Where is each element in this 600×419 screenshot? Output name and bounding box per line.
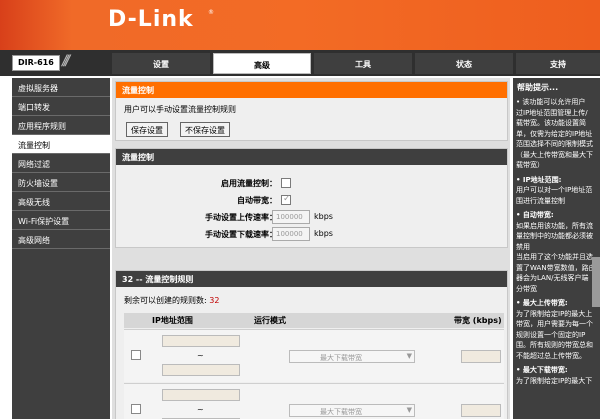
- sidebar-item-application-rules[interactable]: 应用程序规则: [12, 116, 110, 135]
- remaining-rules: 剩余可以创建的规则数: 32: [124, 295, 219, 306]
- sidebar-item-port-forwarding[interactable]: 端口转发: [12, 97, 110, 116]
- tab-status[interactable]: 状态: [415, 53, 513, 74]
- tab-tools[interactable]: 工具: [314, 53, 412, 74]
- sidebar-item-virtual-server[interactable]: 虚拟服务器: [12, 78, 110, 97]
- sidebar-item-qos[interactable]: 流量控制: [12, 135, 110, 154]
- sidebar-item-firewall[interactable]: 防火墙设置: [12, 173, 110, 192]
- download-rate-label: 手动设置下载速率：: [205, 230, 277, 239]
- slash-decoration: ///: [62, 53, 70, 69]
- tab-support[interactable]: 支持: [516, 53, 600, 74]
- qos-rules-section: 32 -- 流量控制规则 剩余可以创建的规则数: 32 IP地址范围 运行模式 …: [115, 270, 508, 419]
- col-ip-range: IP地址范围: [152, 316, 193, 325]
- intro-description: 用户可以手动设置流量控制规则: [124, 105, 236, 114]
- model-label: DIR-616: [12, 55, 60, 71]
- header-banner: D-Link ®: [0, 0, 600, 50]
- help-intro-text: 过IP地址范围管理上传/载带宽。该功能设置简 单，仅需为给定的IP地址 范围选择不…: [516, 108, 593, 170]
- help-download-title: • 最大下载带宽:: [516, 366, 568, 374]
- upload-rate-input[interactable]: 100000: [272, 210, 310, 224]
- table-row: ~ 最大下载带宽 ▼: [124, 329, 504, 382]
- help-title: 帮助提示...: [517, 83, 559, 92]
- table-row: ~ 最大下载带宽 ▼: [124, 383, 504, 419]
- registered-mark: ®: [208, 9, 214, 16]
- col-mode: 运行模式: [254, 316, 286, 325]
- qos-rules-title: 32 -- 流量控制规则: [116, 271, 507, 287]
- upload-rate-unit: kbps: [314, 212, 333, 221]
- intro-title: 流量控制: [116, 82, 507, 98]
- bandwidth-input[interactable]: [461, 404, 501, 417]
- sidebar: 虚拟服务器 端口转发 应用程序规则 流量控制 网络过滤 防火墙设置 高级无线 W…: [12, 78, 110, 419]
- qos-title: 流量控制: [116, 149, 507, 165]
- chevron-down-icon: ▼: [406, 406, 412, 414]
- mode-select-value: 最大下载带宽: [320, 354, 362, 362]
- mode-select[interactable]: 最大下载带宽 ▼: [289, 404, 415, 417]
- mode-select-value: 最大下载带宽: [320, 408, 362, 416]
- help-ip-title: • IP地址范围:: [516, 175, 562, 184]
- auto-bandwidth-checkbox[interactable]: [281, 194, 291, 205]
- auto-bandwidth-label: 自动带宽：: [237, 196, 277, 205]
- intro-section: 流量控制 用户可以手动设置流量控制规则 保存设置 不保存设置: [115, 81, 508, 141]
- col-bandwidth: 带宽 (kbps): [454, 316, 502, 325]
- dont-save-settings-button[interactable]: 不保存设置: [180, 122, 230, 137]
- bandwidth-input[interactable]: [461, 350, 501, 363]
- help-upload-text: 为了限制给定IP的最大上 带宽，用户需要为每一个 规则设置一个固定的IP 围。所有规…: [516, 309, 593, 360]
- download-rate-row: 手动设置下载速率： 100000 kbps: [116, 227, 509, 243]
- help-bullet-intro: • 该功能可以允许用户: [516, 98, 586, 106]
- save-settings-button[interactable]: 保存设置: [126, 122, 168, 137]
- tab-setup[interactable]: 设置: [112, 53, 210, 74]
- top-nav: DIR-616 /// 设置 高级 工具 状态 支持: [0, 50, 600, 76]
- rule-enable-checkbox[interactable]: [131, 404, 141, 414]
- help-auto-title: • 自动带宽:: [516, 211, 554, 219]
- download-rate-input[interactable]: 100000: [272, 227, 310, 241]
- chevron-down-icon: ▼: [406, 352, 412, 360]
- ip-end-input[interactable]: [162, 364, 240, 376]
- rules-table-header: IP地址范围 运行模式 带宽 (kbps): [124, 313, 504, 328]
- help-download-text: 为了限制给定IP的最大下: [516, 376, 593, 385]
- help-scrollbar[interactable]: [592, 257, 600, 307]
- ip-start-input[interactable]: [162, 335, 240, 347]
- enable-qos-row: 启用流量控制：: [116, 176, 509, 192]
- sidebar-item-advanced-wireless[interactable]: 高级无线: [12, 192, 110, 211]
- enable-qos-label: 启用流量控制：: [221, 179, 277, 188]
- ip-range-separator: ~: [197, 405, 204, 414]
- upload-rate-label: 手动设置上传速率：: [205, 213, 277, 222]
- mode-select[interactable]: 最大下载带宽 ▼: [289, 350, 415, 363]
- sidebar-item-wps[interactable]: Wi-Fi保护设置: [12, 211, 110, 230]
- sidebar-item-network-filter[interactable]: 网络过滤: [12, 154, 110, 173]
- auto-bandwidth-row: 自动带宽：: [116, 193, 509, 209]
- main-content: 流量控制 用户可以手动设置流量控制规则 保存设置 不保存设置 流量控制 启用流量…: [112, 78, 510, 419]
- dlink-logo: D-Link: [108, 7, 194, 32]
- upload-rate-row: 手动设置上传速率： 100000 kbps: [116, 210, 509, 226]
- help-upload-title: • 最大上传带宽:: [516, 299, 568, 307]
- enable-qos-checkbox[interactable]: [281, 178, 291, 188]
- help-list: • 该功能可以允许用户: [513, 93, 600, 108]
- tab-advanced[interactable]: 高级: [213, 53, 311, 74]
- sidebar-item-advanced-network[interactable]: 高级网络: [12, 230, 110, 249]
- help-panel: 帮助提示... • 该功能可以允许用户 过IP地址范围管理上传/载带宽。该功能设…: [513, 78, 600, 419]
- ip-range-separator: ~: [197, 351, 204, 360]
- remaining-rules-count: 32: [209, 296, 220, 305]
- rule-enable-checkbox[interactable]: [131, 350, 141, 360]
- ip-start-input[interactable]: [162, 389, 240, 401]
- help-auto-text: 如果启用该功能，所有流 量控制中的功能都必须被 禁用 当启用了这个功能并且选 置了WA…: [516, 221, 596, 293]
- download-rate-unit: kbps: [314, 229, 333, 238]
- remaining-rules-label: 剩余可以创建的规则数:: [124, 296, 207, 305]
- help-ip-text: 用户可以对一个IP地址范 围进行流量控制: [516, 186, 593, 205]
- qos-settings-section: 流量控制 启用流量控制： 自动带宽： 手动设置上传速率： 100000 kbps…: [115, 148, 508, 248]
